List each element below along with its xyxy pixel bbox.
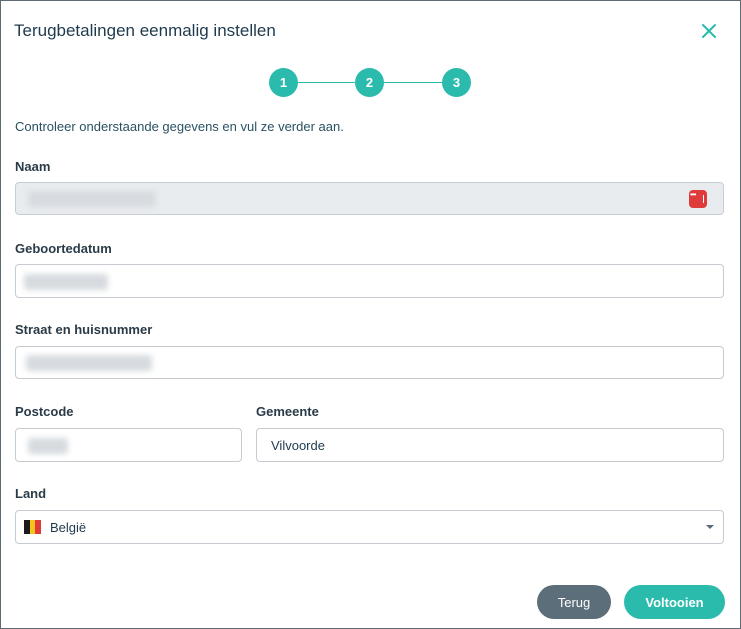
- municipality-label: Gemeente: [256, 404, 319, 419]
- birthdate-field[interactable]: [15, 264, 724, 298]
- postcode-field[interactable]: [15, 428, 242, 462]
- name-field[interactable]: [15, 182, 724, 215]
- name-label: Naam: [15, 159, 51, 174]
- close-icon[interactable]: [698, 20, 720, 42]
- step-1: 1: [269, 68, 298, 97]
- belgium-flag-icon: [24, 520, 42, 534]
- municipality-field[interactable]: Vilvoorde: [256, 428, 724, 462]
- municipality-value: Vilvoorde: [271, 438, 325, 453]
- redacted-value: [26, 355, 152, 371]
- password-manager-icon[interactable]: [689, 190, 707, 208]
- redacted-value: [24, 274, 108, 290]
- finish-button[interactable]: Voltooien: [624, 585, 725, 619]
- redacted-value: [28, 191, 156, 207]
- step-2: 2: [355, 68, 384, 97]
- postcode-label: Postcode: [15, 404, 74, 419]
- dialog-title: Terugbetalingen eenmalig instellen: [14, 21, 276, 40]
- country-selected-value: België: [50, 520, 87, 535]
- country-label: Land: [15, 486, 47, 501]
- intro-text: Controleer onderstaande gegevens en vul …: [15, 119, 344, 134]
- birthdate-label: Geboortedatum: [15, 241, 112, 256]
- step-connector: [298, 82, 355, 83]
- street-label: Straat en huisnummer: [15, 322, 153, 337]
- back-button[interactable]: Terug: [537, 585, 611, 619]
- chevron-down-icon[interactable]: [706, 525, 714, 529]
- step-3: 3: [442, 68, 471, 97]
- country-select[interactable]: België: [15, 510, 724, 544]
- step-connector: [384, 82, 442, 83]
- stepper: 1 2 3: [269, 68, 471, 98]
- street-field[interactable]: [15, 346, 724, 379]
- dialog: Terugbetalingen eenmalig instellen 1 2 3…: [0, 0, 741, 629]
- redacted-value: [28, 438, 68, 454]
